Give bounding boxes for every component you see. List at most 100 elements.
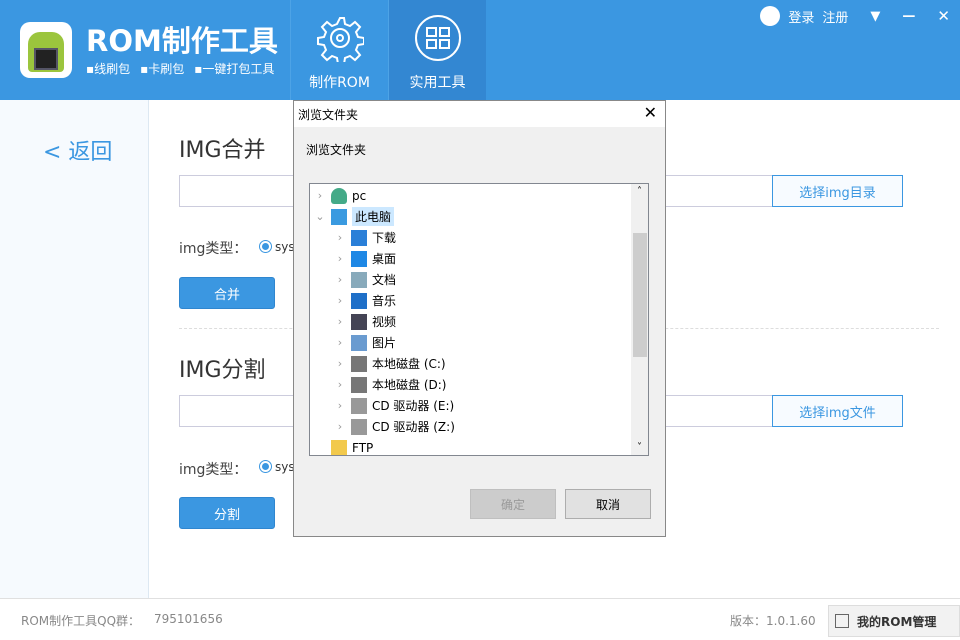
chevron-right-icon[interactable]: ›: [334, 357, 346, 370]
desktop-icon: [351, 250, 367, 267]
scroll-up-icon[interactable]: ˄: [631, 186, 648, 197]
tree-item[interactable]: ⌄ 此电脑: [314, 206, 395, 227]
split-title: IMG分割: [179, 358, 266, 383]
tree-item-label: 文档: [372, 273, 397, 287]
register-link[interactable]: 注册: [822, 7, 848, 26]
login-link[interactable]: 登录: [788, 7, 814, 26]
footer: ROM制作工具QQ群： 795101656 版本：1.0.1.60 我的ROM管…: [0, 598, 960, 640]
close-icon[interactable]: ✕: [937, 7, 950, 25]
chevron-right-icon[interactable]: ›: [334, 420, 346, 433]
chevron-right-icon[interactable]: ›: [334, 273, 346, 286]
chevron-right-icon[interactable]: ›: [314, 189, 326, 202]
tree-item[interactable]: › CD 驱动器 (E:): [334, 395, 454, 416]
merge-type-label: img类型：: [179, 241, 248, 257]
my-rom-label: 我的ROM管理: [857, 614, 937, 629]
minimize-icon[interactable]: —: [902, 9, 915, 24]
grid-icon: [414, 15, 461, 61]
nav-label: 制作ROM: [309, 75, 370, 91]
split-type-label: img类型：: [179, 462, 248, 478]
chevron-right-icon[interactable]: ›: [334, 378, 346, 391]
dialog-title: 浏览文件夹: [298, 108, 359, 122]
ok-button[interactable]: 确定: [470, 489, 556, 519]
dropdown-icon[interactable]: ▼: [870, 9, 880, 24]
top-right-controls: 登录 注册 ▼ — ✕: [760, 6, 950, 26]
tree-item[interactable]: › CD 驱动器 (Z:): [334, 416, 455, 437]
split-button[interactable]: 分割: [179, 497, 275, 529]
scroll-down-icon[interactable]: ˅: [631, 442, 648, 453]
chevron-right-icon[interactable]: ›: [334, 252, 346, 265]
header: ROM制作工具 ▪线刷包 ▪卡刷包 ▪一键打包工具 制作ROM 实用工具 登录 …: [0, 0, 960, 100]
merge-title: IMG合并: [179, 138, 266, 163]
chevron-right-icon[interactable]: ›: [334, 294, 346, 307]
cd-drive-icon: [351, 418, 367, 435]
split-type-radio[interactable]: [259, 460, 272, 473]
version-text: 版本：1.0.1.60: [730, 614, 816, 628]
qq-label: ROM制作工具QQ群：: [21, 614, 141, 628]
tree-item-label: FTP: [352, 440, 374, 455]
tree-scrollbar[interactable]: ˄ ˅: [631, 184, 648, 455]
chevron-right-icon[interactable]: ›: [334, 336, 346, 349]
download-icon: [351, 229, 367, 246]
tree-item-label: 本地磁盘 (D:): [372, 378, 447, 392]
sidebar: < 返回: [0, 100, 149, 598]
tree-item[interactable]: › 桌面: [334, 248, 396, 269]
tree-item[interactable]: › 本地磁盘 (C:): [334, 353, 446, 374]
scrollbar-thumb[interactable]: [633, 233, 647, 357]
nav-tools[interactable]: 实用工具: [388, 0, 486, 100]
drive-icon: [351, 355, 367, 372]
chevron-right-icon[interactable]: ›: [334, 315, 346, 328]
dialog-close-icon[interactable]: ✕: [644, 103, 657, 122]
back-button[interactable]: < 返回: [43, 134, 112, 166]
dialog-titlebar: 浏览文件夹 ✕: [294, 101, 665, 127]
user-icon: [331, 187, 347, 204]
avatar-icon[interactable]: [760, 6, 781, 26]
computer-icon: [331, 208, 347, 225]
tree-item-label: 下载: [372, 231, 397, 245]
tree-item-label: 本地磁盘 (C:): [372, 357, 446, 371]
app-subtitles: ▪线刷包 ▪卡刷包 ▪一键打包工具: [86, 60, 274, 77]
app-title: ROM制作工具: [86, 24, 278, 58]
picture-icon: [351, 334, 367, 351]
chevron-right-icon[interactable]: ›: [334, 231, 346, 244]
select-img-dir-button[interactable]: 选择img目录: [772, 175, 903, 207]
tree-item-label: 音乐: [372, 294, 397, 308]
select-img-file-button[interactable]: 选择img文件: [772, 395, 903, 427]
tree-item[interactable]: › 图片: [334, 332, 396, 353]
tree-item-label: CD 驱动器 (E:): [372, 399, 455, 413]
cd-drive-icon: [351, 397, 367, 414]
folder-icon: [331, 439, 347, 455]
merge-type-radio[interactable]: [259, 240, 272, 253]
browse-folder-dialog: 浏览文件夹 ✕ 浏览文件夹 ˄ ˅ › pc ⌄ 此电脑 › 下载 › 桌面 › 文档 › 音乐 › 视频…: [293, 100, 666, 537]
folder-tree[interactable]: ˄ ˅ › pc ⌄ 此电脑 › 下载 › 桌面 › 文档 › 音乐 › 视频 › 图片 › 本地磁盘 (C:) ›…: [309, 183, 649, 456]
app-logo: [20, 22, 72, 78]
music-icon: [351, 292, 367, 309]
tree-item[interactable]: › 音乐: [334, 290, 396, 311]
tree-item[interactable]: › 文档: [334, 269, 396, 290]
tree-item[interactable]: › 下载: [334, 227, 396, 248]
qq-number: 795101656: [154, 612, 223, 626]
gear-icon: [316, 17, 365, 65]
tree-item-label: 此电脑: [352, 207, 395, 226]
merge-button[interactable]: 合并: [179, 277, 275, 309]
subtitle: ▪一键打包工具: [194, 62, 275, 76]
chevron-right-icon[interactable]: ›: [334, 399, 346, 412]
drive-icon: [351, 376, 367, 393]
chevron-down-icon[interactable]: ⌄: [314, 210, 326, 223]
tree-item-label: pc: [352, 188, 367, 203]
nav-label: 实用工具: [409, 75, 466, 91]
my-rom-button[interactable]: 我的ROM管理: [828, 605, 960, 637]
monitor-icon: [835, 614, 849, 628]
tree-item-label: 桌面: [372, 252, 397, 266]
tree-item[interactable]: › pc: [314, 185, 366, 206]
video-icon: [351, 313, 367, 330]
tree-item[interactable]: FTP: [314, 437, 374, 455]
nav-make-rom[interactable]: 制作ROM: [290, 0, 388, 100]
tree-item[interactable]: › 本地磁盘 (D:): [334, 374, 446, 395]
tree-item-label: 图片: [372, 336, 397, 350]
dialog-prompt: 浏览文件夹: [306, 143, 367, 157]
tree-item[interactable]: › 视频: [334, 311, 396, 332]
subtitle: ▪线刷包: [86, 62, 131, 76]
document-icon: [351, 271, 367, 288]
cancel-button[interactable]: 取消: [565, 489, 651, 519]
tree-item-label: CD 驱动器 (Z:): [372, 420, 455, 434]
